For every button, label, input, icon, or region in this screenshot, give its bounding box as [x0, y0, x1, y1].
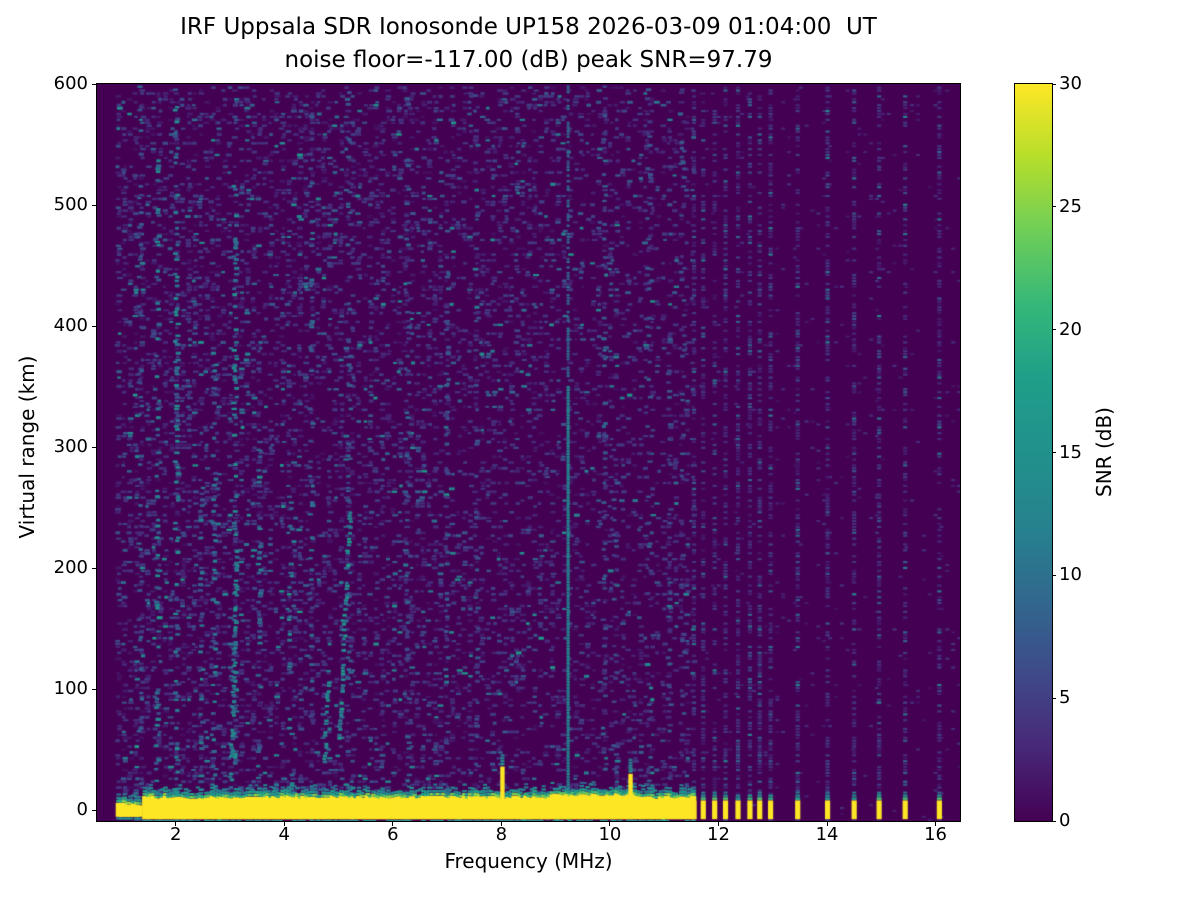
y-tick-mark	[92, 326, 97, 327]
x-tick-label: 6	[363, 826, 423, 844]
colorbar-tick-mark	[1052, 452, 1056, 453]
colorbar-tick-mark	[1052, 575, 1056, 576]
y-tick-label: 0	[36, 801, 88, 819]
x-axis-label: Frequency (MHz)	[97, 849, 960, 873]
x-tick-label: 2	[146, 826, 206, 844]
y-tick-mark	[92, 84, 97, 85]
colorbar-tick-mark	[1052, 698, 1056, 699]
colorbar	[1014, 83, 1053, 822]
y-tick-label: 100	[36, 680, 88, 698]
x-tick-label: 16	[906, 826, 966, 844]
colorbar-label: SNR (dB)	[1092, 407, 1116, 497]
y-tick-label: 600	[36, 75, 88, 93]
ionogram-figure: IRF Uppsala SDR Ionosonde UP158 2026-03-…	[0, 0, 1200, 900]
colorbar-tick-mark	[1052, 329, 1056, 330]
colorbar-tick-label: 5	[1059, 689, 1070, 707]
ionogram-heatmap-canvas	[97, 84, 960, 821]
y-tick-label: 400	[36, 317, 88, 335]
figure-subtitle: noise floor=-117.00 (dB) peak SNR=97.79	[96, 47, 961, 73]
colorbar-tick-label: 25	[1059, 198, 1082, 216]
x-tick-label: 12	[688, 826, 748, 844]
colorbar-tick-label: 0	[1059, 812, 1070, 830]
colorbar-tick-mark	[1052, 821, 1056, 822]
y-tick-label: 500	[36, 196, 88, 214]
x-tick-label: 10	[580, 826, 640, 844]
colorbar-tick-mark	[1052, 206, 1056, 207]
colorbar-tick-label: 20	[1059, 321, 1082, 339]
colorbar-tick-mark	[1052, 84, 1056, 85]
y-tick-label: 200	[36, 559, 88, 577]
y-tick-mark	[92, 810, 97, 811]
y-tick-label: 300	[36, 438, 88, 456]
figure-title: IRF Uppsala SDR Ionosonde UP158 2026-03-…	[96, 14, 961, 40]
colorbar-tick-label: 15	[1059, 444, 1082, 462]
y-tick-mark	[92, 689, 97, 690]
x-tick-label: 4	[254, 826, 314, 844]
y-tick-mark	[92, 447, 97, 448]
colorbar-tick-label: 30	[1059, 75, 1082, 93]
y-tick-mark	[92, 568, 97, 569]
colorbar-tick-label: 10	[1059, 566, 1082, 584]
x-tick-label: 14	[797, 826, 857, 844]
x-tick-label: 8	[471, 826, 531, 844]
y-tick-mark	[92, 205, 97, 206]
